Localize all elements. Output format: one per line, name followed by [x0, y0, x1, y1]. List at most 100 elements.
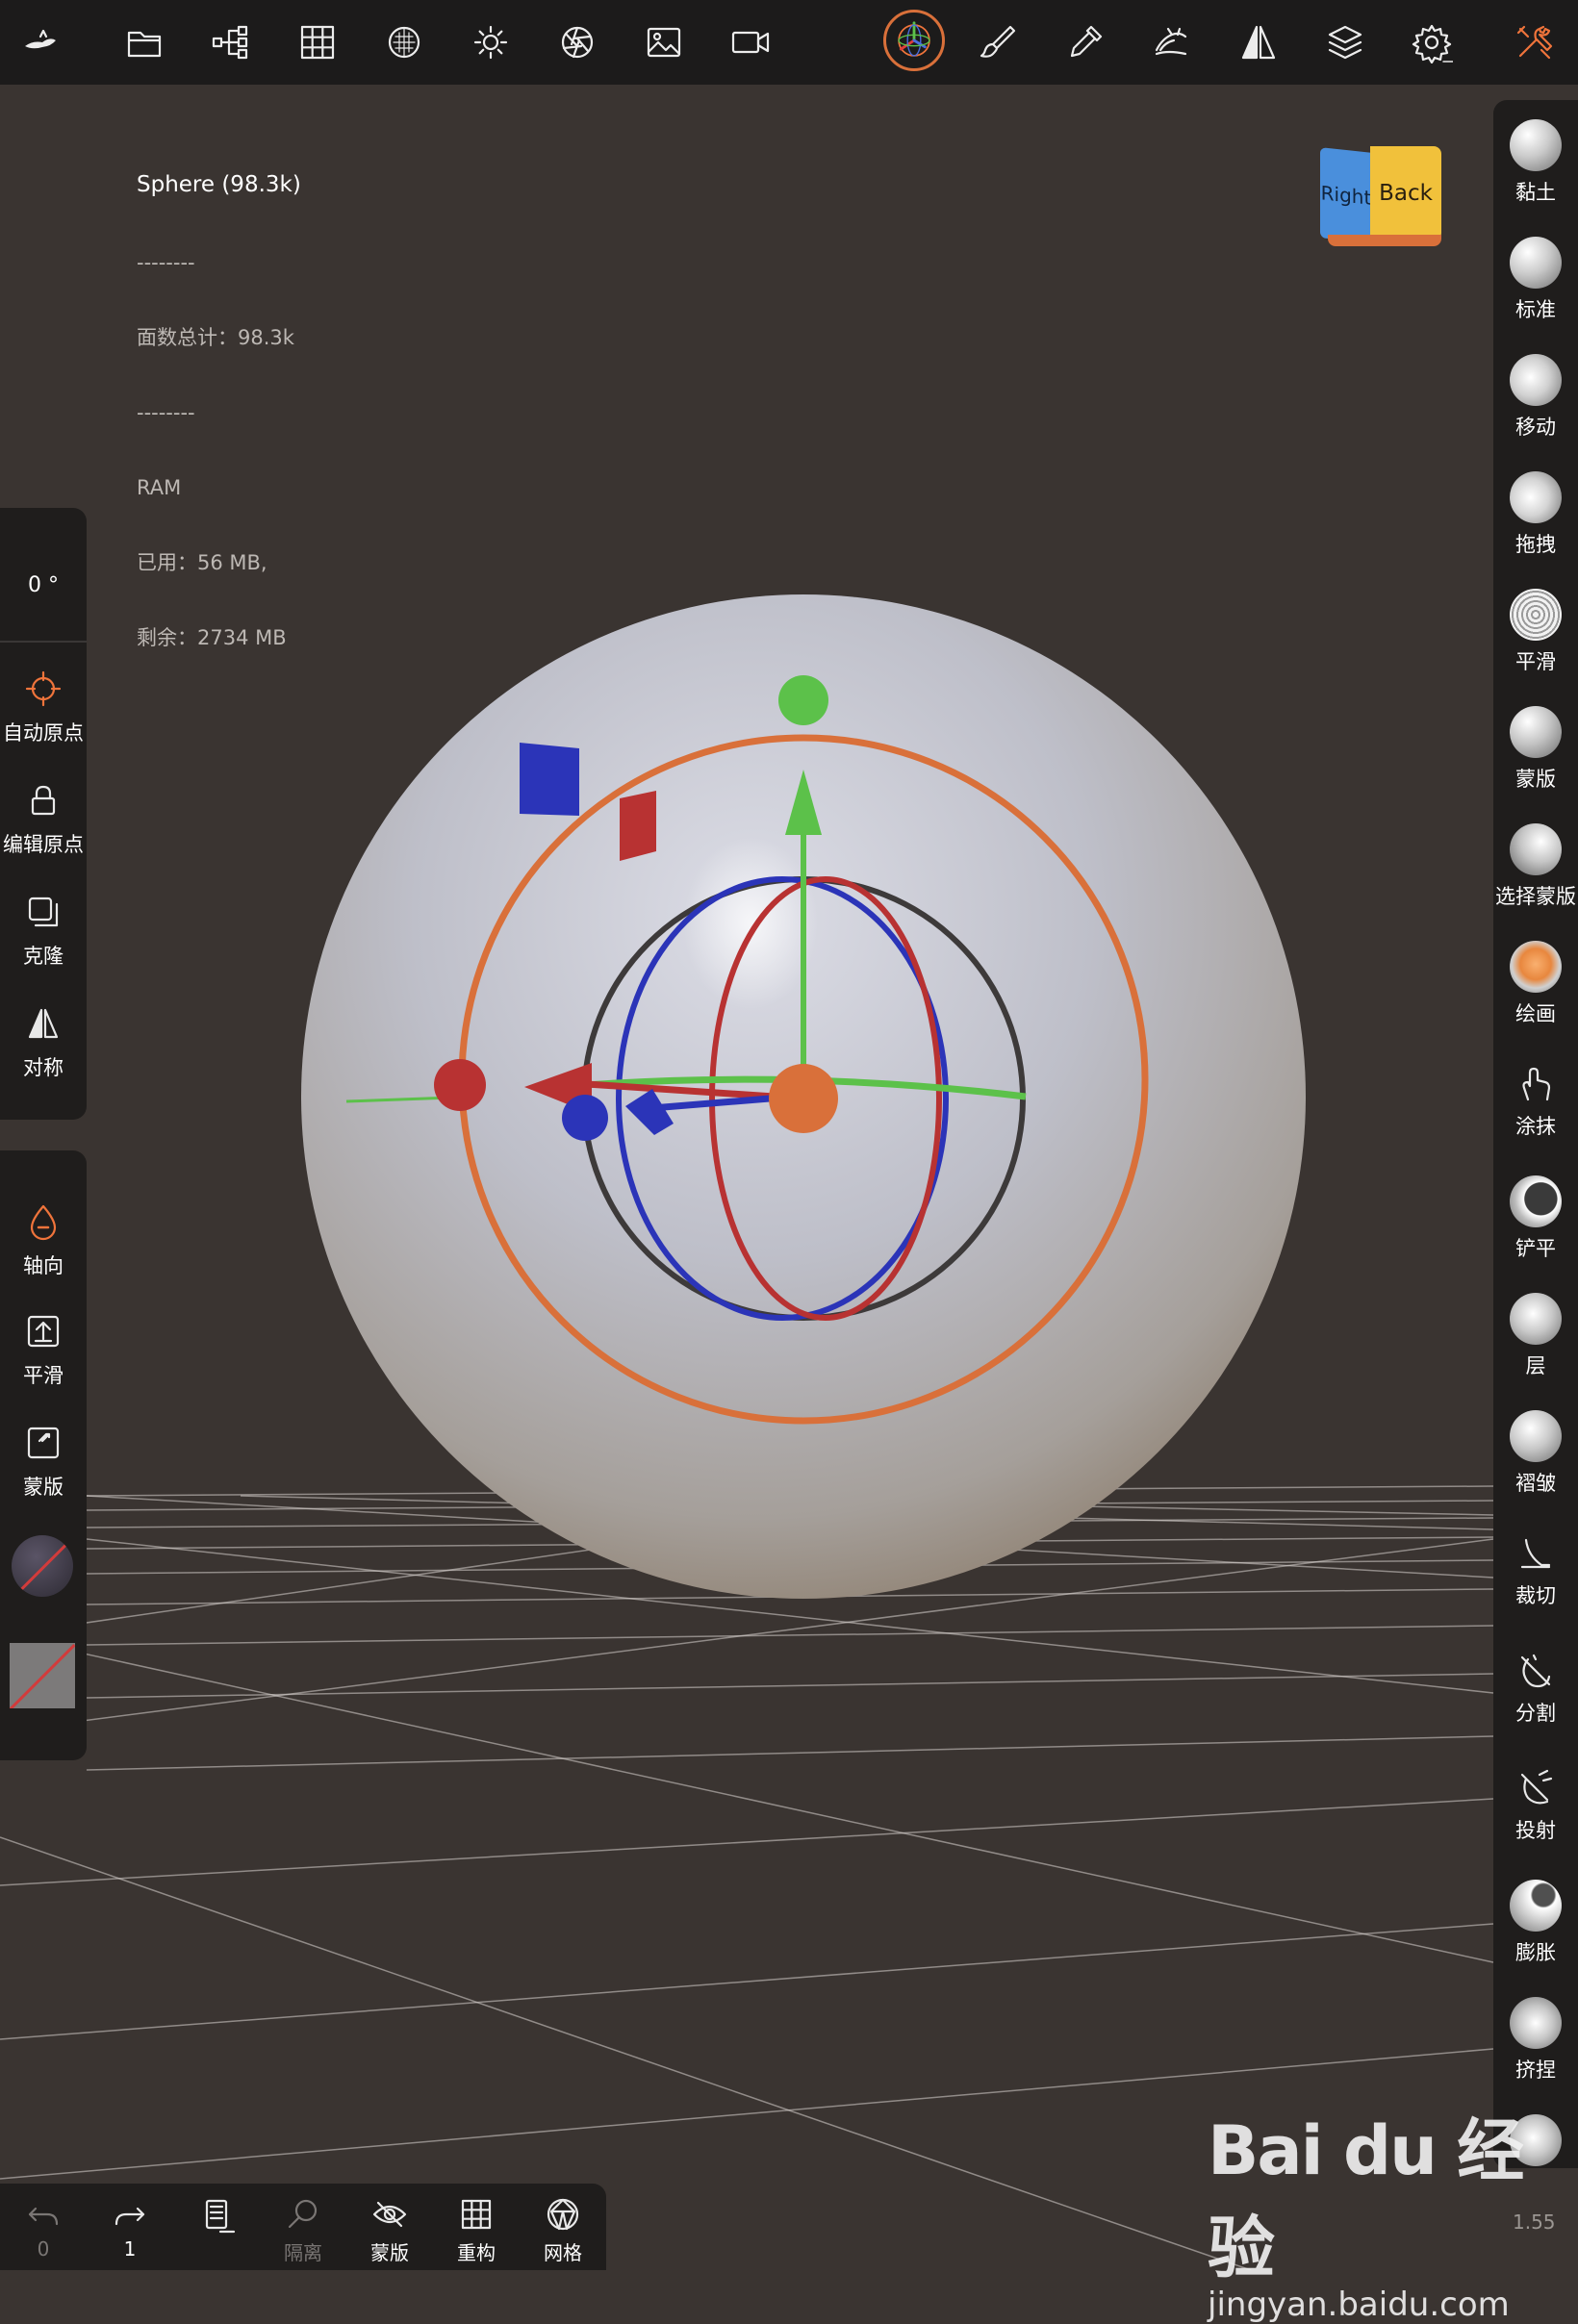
inflate-brush-icon: [1510, 1880, 1562, 1932]
object-name: Sphere (98.3k): [137, 172, 301, 197]
search-icon: [288, 2199, 318, 2229]
color-swatch[interactable]: [10, 1643, 75, 1708]
brush-flatten-button[interactable]: 铲平: [1493, 1175, 1578, 1262]
brush-inflate-button[interactable]: 膨胀: [1493, 1880, 1578, 1966]
mask-button[interactable]: 蒙版: [0, 1424, 87, 1501]
light-icon[interactable]: [462, 13, 520, 71]
project-icon: [1520, 1769, 1553, 1805]
clone-button[interactable]: 克隆: [0, 893, 87, 970]
mask-label: 蒙版: [23, 1476, 64, 1499]
layers-icon[interactable]: [1316, 13, 1374, 71]
smudge-finger-icon: [1522, 1067, 1551, 1101]
select-mask-brush-icon: [1510, 823, 1562, 875]
hand-stroke-icon[interactable]: [1143, 13, 1201, 71]
separator: --------: [137, 251, 195, 274]
brush-smudge-label: 涂抹: [1515, 1115, 1556, 1138]
grid-icon: [461, 2199, 492, 2230]
drop-icon: [30, 1204, 57, 1241]
redo-button[interactable]: 1: [87, 2195, 173, 2261]
paint-brush-icon[interactable]: [970, 13, 1028, 71]
scene-stats: Sphere (98.3k) -------- 面数总计：98.3k -----…: [137, 119, 301, 675]
brush-pinch-button[interactable]: 挤捏: [1493, 1997, 1578, 2084]
axis-button[interactable]: 轴向: [0, 1202, 87, 1279]
material-sphere-icon[interactable]: [375, 13, 433, 71]
symmetry-button[interactable]: 对称: [0, 1004, 87, 1081]
brush-crease-button[interactable]: 褶皱: [1493, 1410, 1578, 1497]
smooth-button[interactable]: 平滑: [0, 1312, 87, 1389]
brush-layer-button[interactable]: 层: [1493, 1293, 1578, 1379]
isolate-button[interactable]: 隔离: [260, 2195, 346, 2265]
symmetry-icon[interactable]: [1230, 13, 1287, 71]
brush-smudge-button[interactable]: 涂抹: [1493, 1058, 1578, 1140]
faces-value: 98.3k: [238, 326, 294, 349]
brush-crease-label: 褶皱: [1515, 1472, 1556, 1495]
brush-clay-button[interactable]: 黏土: [1493, 119, 1578, 206]
topology-grid-icon[interactable]: [289, 13, 346, 71]
baidu-watermark: Bai du 经验 jingyan.baidu.com: [1208, 2097, 1578, 2324]
brush-standard-label: 标准: [1515, 298, 1556, 321]
tool-project-button[interactable]: 投射: [1493, 1762, 1578, 1844]
brush-paint-label: 绘画: [1515, 1002, 1556, 1025]
smooth-upload-icon: [27, 1315, 60, 1348]
background-image-icon[interactable]: [635, 13, 693, 71]
view-cube-back-face[interactable]: Back: [1370, 146, 1441, 240]
paint-brush-ball-icon: [1510, 941, 1562, 993]
view-cube-right-face[interactable]: Right: [1320, 147, 1372, 243]
flatten-brush-icon: [1510, 1175, 1562, 1227]
clay-brush-icon: [1510, 119, 1562, 171]
brush-mask-label: 蒙版: [1515, 768, 1556, 791]
mesh-label: 网格: [544, 2241, 582, 2264]
tool-split-label: 分割: [1515, 1702, 1556, 1725]
brush-standard-button[interactable]: 标准: [1493, 237, 1578, 323]
render-aperture-icon[interactable]: [548, 13, 606, 71]
hide-mask-button[interactable]: 蒙版: [346, 2195, 433, 2265]
isolate-label: 隔离: [284, 2241, 322, 2264]
settings-icon[interactable]: [1403, 13, 1461, 71]
view-cube-bottom-face[interactable]: [1328, 235, 1441, 246]
camera-icon[interactable]: [722, 13, 779, 71]
brush-select-mask-button[interactable]: 选择蒙版: [1493, 823, 1578, 910]
scene-tree-icon[interactable]: [202, 13, 260, 71]
edit-pivot-button[interactable]: 编辑原点: [0, 781, 87, 858]
remesh-label: 重构: [457, 2241, 496, 2264]
symmetry-icon: [28, 1008, 59, 1039]
brush-flatten-label: 铲平: [1515, 1237, 1556, 1260]
view-cube[interactable]: Right Back: [1320, 146, 1441, 246]
mesh-button[interactable]: 网格: [520, 2195, 606, 2265]
open-folder-icon[interactable]: [115, 13, 173, 71]
gizmo-icon[interactable]: [883, 10, 945, 71]
book-icon: [205, 2199, 236, 2234]
lock-icon: [31, 785, 56, 816]
brush-inflate-label: 膨胀: [1515, 1941, 1556, 1964]
edit-pivot-label: 编辑原点: [3, 833, 84, 856]
brush-move-button[interactable]: 移动: [1493, 354, 1578, 441]
auto-pivot-label: 自动原点: [3, 721, 84, 745]
slash-icon: [12, 1537, 73, 1597]
brush-drag-label: 拖拽: [1515, 533, 1556, 556]
auto-pivot-button[interactable]: 自动原点: [0, 669, 87, 746]
smooth-label: 平滑: [23, 1364, 64, 1387]
remesh-button[interactable]: 重构: [433, 2195, 520, 2265]
mask-brush-icon: [1510, 706, 1562, 758]
eye-off-icon: [372, 2201, 407, 2228]
tool-trim-button[interactable]: 裁切: [1493, 1528, 1578, 1609]
undo-count: 0: [37, 2237, 50, 2261]
trim-icon: [1520, 1538, 1551, 1569]
undo-icon: [28, 2207, 59, 2226]
dropper-icon[interactable]: [1056, 13, 1114, 71]
undo-button[interactable]: 0: [0, 2195, 87, 2261]
logo-icon[interactable]: [12, 13, 69, 71]
tool-split-button[interactable]: 分割: [1493, 1645, 1578, 1727]
brush-paint-button[interactable]: 绘画: [1493, 941, 1578, 1027]
history-button[interactable]: [173, 2195, 260, 2234]
material-swatch[interactable]: [12, 1535, 73, 1597]
brush-mask-button[interactable]: 蒙版: [1493, 706, 1578, 793]
top-toolbar: [0, 0, 1578, 85]
rotation-angle[interactable]: 0 °: [0, 573, 87, 597]
tools-icon[interactable]: [1505, 13, 1563, 71]
ram-label: RAM: [137, 476, 182, 499]
brush-drag-button[interactable]: 拖拽: [1493, 471, 1578, 558]
clone-label: 克隆: [23, 945, 64, 968]
brush-smooth-button[interactable]: 平滑: [1493, 589, 1578, 675]
tool-project-label: 投射: [1515, 1819, 1556, 1842]
